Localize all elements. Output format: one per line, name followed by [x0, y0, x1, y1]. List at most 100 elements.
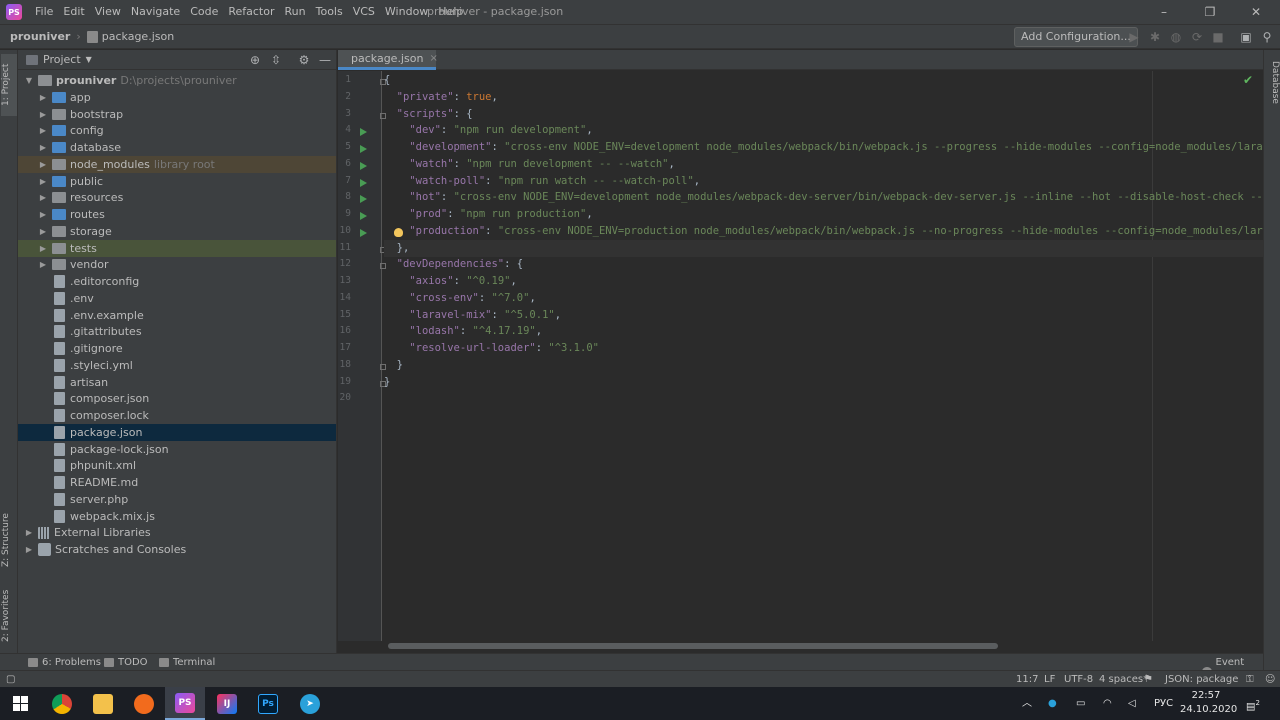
lock-icon[interactable]: ⚿ — [1246, 671, 1254, 688]
minimize-button[interactable]: – — [1141, 0, 1187, 24]
stop-icon[interactable]: ■ — [1210, 29, 1226, 45]
chevron-right-icon[interactable]: ▶ — [38, 160, 48, 169]
menu-item-edit[interactable]: Edit — [58, 0, 89, 24]
notifications-icon[interactable]: ▤2 — [1246, 687, 1260, 720]
horizontal-scrollbar[interactable] — [388, 643, 998, 649]
run-script-icon[interactable] — [360, 212, 367, 220]
tool-tab-favorites[interactable]: 2: Favorites — [1, 586, 17, 646]
menu-item-view[interactable]: View — [90, 0, 126, 24]
run-script-icon[interactable] — [360, 195, 367, 204]
tree-item-tests[interactable]: ▶ tests — [18, 239, 336, 257]
no-problems-check-icon[interactable]: ✔ — [1243, 73, 1253, 87]
tree-item-storage[interactable]: ▶ storage — [18, 223, 336, 240]
tree-item-package-json[interactable]: package.json — [18, 423, 336, 441]
gear-icon[interactable]: ⚙ — [296, 52, 312, 68]
tree-item-scratches[interactable]: ▶ Scratches and Consoles — [18, 541, 336, 558]
maximize-button[interactable]: ❐ — [1187, 0, 1233, 24]
indent-setting[interactable]: 4 spaces* — [1099, 671, 1148, 688]
tree-item-package-lock-json[interactable]: package-lock.json — [18, 441, 336, 458]
tree-item-routes[interactable]: ▶ routes — [18, 206, 336, 223]
chevron-right-icon[interactable]: ▶ — [38, 126, 48, 135]
keyboard-language[interactable]: РУС — [1154, 687, 1173, 720]
tree-item-external-libraries[interactable]: ▶ External Libraries — [18, 524, 336, 541]
layout-toggle-icon[interactable]: ▢ — [6, 671, 15, 688]
tree-item-node-modules[interactable]: ▶ node_modules library root — [18, 155, 336, 173]
menu-item-refactor[interactable]: Refactor — [223, 0, 279, 24]
chevron-right-icon[interactable]: ▶ — [38, 244, 48, 253]
profile-icon[interactable]: ⟳ — [1189, 29, 1205, 45]
taskbar-explorer[interactable] — [83, 687, 123, 720]
close-window-button[interactable]: ✕ — [1233, 0, 1279, 24]
project-view-selector[interactable]: Project — [43, 53, 81, 66]
chevron-right-icon[interactable]: ▶ — [38, 260, 48, 269]
tool-tab-project[interactable]: 1: Project — [1, 54, 17, 116]
menu-item-tools[interactable]: Tools — [311, 0, 348, 24]
taskbar-intellij[interactable]: IJ — [207, 687, 247, 720]
file-encoding[interactable]: UTF-8 — [1064, 671, 1093, 688]
tree-item-database[interactable]: ▶ database — [18, 139, 336, 156]
breadcrumb-file[interactable]: package.json — [102, 30, 174, 43]
line-separator[interactable]: LF — [1044, 671, 1055, 688]
chevron-right-icon[interactable]: ▶ — [38, 210, 48, 219]
coverage-icon[interactable]: ◍ — [1168, 29, 1184, 45]
run-icon[interactable]: ▶ — [1126, 29, 1142, 45]
tree-item-composer-json[interactable]: composer.json — [18, 390, 336, 407]
tree-item-webpack-mix-js[interactable]: webpack.mix.js — [18, 508, 336, 525]
run-script-icon[interactable] — [360, 128, 367, 137]
tree-item-vendor[interactable]: ▶ vendor — [18, 256, 336, 273]
project-structure-icon[interactable]: ▣ — [1238, 29, 1254, 45]
breadcrumb-project[interactable]: prouniver — [10, 30, 70, 43]
tree-root-prouniver[interactable]: ▼ prouniver D:\projects\prouniver — [18, 72, 336, 89]
tray-telegram-icon[interactable]: ● — [1048, 687, 1057, 720]
expanded-arrow-icon[interactable]: ▼ — [24, 76, 34, 85]
tool-button-terminal[interactable]: Terminal — [159, 654, 215, 671]
tree-item-server-php[interactable]: server.php — [18, 491, 336, 508]
chevron-right-icon[interactable]: ▶ — [38, 177, 48, 186]
chevron-right-icon[interactable]: ▶ — [38, 193, 48, 202]
tree-item-phpunit-xml[interactable]: phpunit.xml — [18, 457, 336, 474]
battery-icon[interactable]: ▭ — [1076, 687, 1085, 720]
debug-icon[interactable]: ✱ — [1147, 29, 1163, 45]
tray-expand-icon[interactable]: ︿ — [1022, 687, 1032, 720]
menu-item-code[interactable]: Code — [185, 0, 223, 24]
run-script-icon[interactable] — [360, 178, 367, 187]
close-tab-icon[interactable]: × — [429, 53, 437, 64]
tree-item-editorconfig[interactable]: .editorconfig — [18, 273, 336, 290]
menu-item-file[interactable]: File — [30, 0, 58, 24]
inspector-icon[interactable]: ☺ — [1265, 671, 1275, 688]
menu-item-navigate[interactable]: Navigate — [126, 0, 185, 24]
tab-package-json[interactable]: package.json × — [338, 50, 438, 70]
menu-item-vcs[interactable]: VCS — [348, 0, 380, 24]
start-button[interactable] — [0, 687, 40, 720]
tool-tab-database[interactable]: Database — [1265, 56, 1280, 108]
hide-panel-icon[interactable]: — — [317, 52, 333, 68]
wifi-icon[interactable]: ◠ — [1103, 687, 1112, 720]
tree-item-public[interactable]: ▶ public — [18, 173, 336, 190]
tool-button-problems[interactable]: 6: Problems — [28, 654, 101, 671]
locate-file-icon[interactable]: ⊕ — [247, 52, 263, 68]
tree-item-gitattributes[interactable]: .gitattributes — [18, 323, 336, 340]
collapse-all-icon[interactable]: ⇳ — [268, 52, 284, 68]
run-script-icon[interactable] — [360, 228, 367, 237]
chevron-right-icon[interactable]: ▶ — [24, 545, 34, 554]
search-everywhere-icon[interactable]: ⚲ — [1259, 29, 1275, 45]
phpstorm-logo-icon[interactable]: PS — [6, 4, 22, 20]
json-schema[interactable]: JSON: package — [1165, 671, 1238, 688]
tree-item-composer-lock[interactable]: composer.lock — [18, 407, 336, 424]
code-view[interactable]: { "private": true, "scripts": { "dev": "… — [384, 71, 1263, 641]
chevron-right-icon[interactable]: ▶ — [38, 227, 48, 236]
menu-item-window[interactable]: Window — [380, 0, 433, 24]
tree-item-readme-md[interactable]: README.md — [18, 474, 336, 491]
system-clock[interactable]: 22:57 24.10.2020 — [1180, 689, 1237, 717]
tree-item-bootstrap[interactable]: ▶ bootstrap — [18, 106, 336, 123]
taskbar-phpstorm[interactable]: PS — [165, 687, 205, 720]
chevron-down-icon[interactable]: ▼ — [86, 55, 92, 64]
run-script-icon[interactable] — [360, 145, 367, 153]
json-schema-icon[interactable]: ⚑ — [1144, 671, 1153, 688]
chevron-right-icon[interactable]: ▶ — [38, 110, 48, 119]
tool-tab-structure[interactable]: Z: Structure — [1, 510, 17, 570]
taskbar-browser[interactable] — [124, 687, 164, 720]
tree-item-styleci-yml[interactable]: .styleci.yml — [18, 357, 336, 374]
caret-position[interactable]: 11:7 — [1016, 671, 1038, 688]
tree-item-app[interactable]: ▶ app — [18, 89, 336, 106]
